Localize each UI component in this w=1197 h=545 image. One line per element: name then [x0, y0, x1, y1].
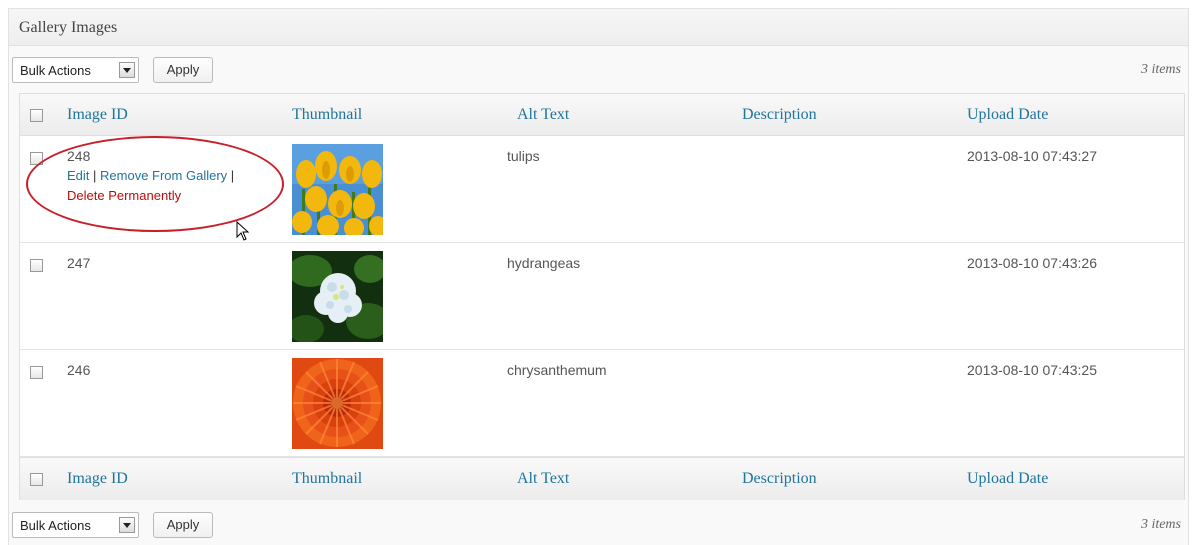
- table-row: 246 chrysanthemum 2013-08-10 07:43:25: [20, 350, 1184, 457]
- column-image-id[interactable]: Image ID: [67, 470, 128, 488]
- alt-text: tulips: [507, 148, 540, 164]
- tablenav-top: Bulk Actions Apply: [12, 57, 1182, 85]
- image-id: 246: [67, 362, 91, 378]
- bulk-actions-label: Bulk Actions: [20, 518, 91, 533]
- column-description[interactable]: Description: [742, 106, 817, 124]
- apply-button-top[interactable]: Apply: [153, 57, 213, 83]
- tablenav-bottom: Bulk Actions Apply: [12, 512, 1182, 540]
- select-all-checkbox[interactable]: [30, 109, 43, 122]
- row-checkbox[interactable]: [30, 259, 43, 272]
- bulk-actions-select-bottom[interactable]: Bulk Actions: [12, 512, 139, 538]
- upload-date: 2013-08-10 07:43:26: [967, 255, 1097, 271]
- annotation-ellipse: [26, 136, 284, 232]
- column-upload-date[interactable]: Upload Date: [967, 106, 1048, 124]
- thumbnail-hydrangeas[interactable]: [292, 251, 383, 342]
- column-alt-text[interactable]: Alt Text: [517, 470, 569, 488]
- bulk-actions-label: Bulk Actions: [20, 63, 91, 78]
- upload-date: 2013-08-10 07:43:27: [967, 148, 1097, 164]
- column-thumbnail[interactable]: Thumbnail: [292, 470, 362, 488]
- upload-date: 2013-08-10 07:43:25: [967, 362, 1097, 378]
- chevron-down-icon[interactable]: [119, 517, 135, 533]
- panel-title: Gallery Images: [19, 19, 118, 36]
- table-row: 247 hydrangeas 2013-08-10 07:43:26: [20, 243, 1184, 350]
- table-header: Image ID Thumbnail Alt Text Description …: [20, 94, 1184, 136]
- column-description[interactable]: Description: [742, 470, 817, 488]
- items-count-top: 3 items: [1140, 62, 1181, 77]
- column-image-id[interactable]: Image ID: [67, 106, 128, 124]
- alt-text: hydrangeas: [507, 255, 581, 271]
- column-thumbnail[interactable]: Thumbnail: [292, 106, 362, 124]
- items-count-bottom: 3 items: [1140, 517, 1181, 532]
- select-all-checkbox-footer[interactable]: [30, 473, 43, 486]
- mouse-pointer-icon: [236, 220, 250, 244]
- table-footer: Image ID Thumbnail Alt Text Description …: [20, 457, 1184, 500]
- bulk-actions-select-top[interactable]: Bulk Actions: [12, 57, 139, 83]
- alt-text: chrysanthemum: [507, 362, 607, 378]
- apply-button-bottom[interactable]: Apply: [153, 512, 213, 538]
- chevron-down-icon[interactable]: [119, 62, 135, 78]
- row-checkbox[interactable]: [30, 366, 43, 379]
- thumbnail-chrysanthemum[interactable]: [292, 358, 383, 449]
- image-id: 247: [67, 255, 91, 271]
- column-upload-date[interactable]: Upload Date: [967, 470, 1048, 488]
- panel-header: Gallery Images: [9, 9, 1188, 46]
- column-alt-text[interactable]: Alt Text: [517, 106, 569, 124]
- thumbnail-tulips[interactable]: [292, 144, 383, 235]
